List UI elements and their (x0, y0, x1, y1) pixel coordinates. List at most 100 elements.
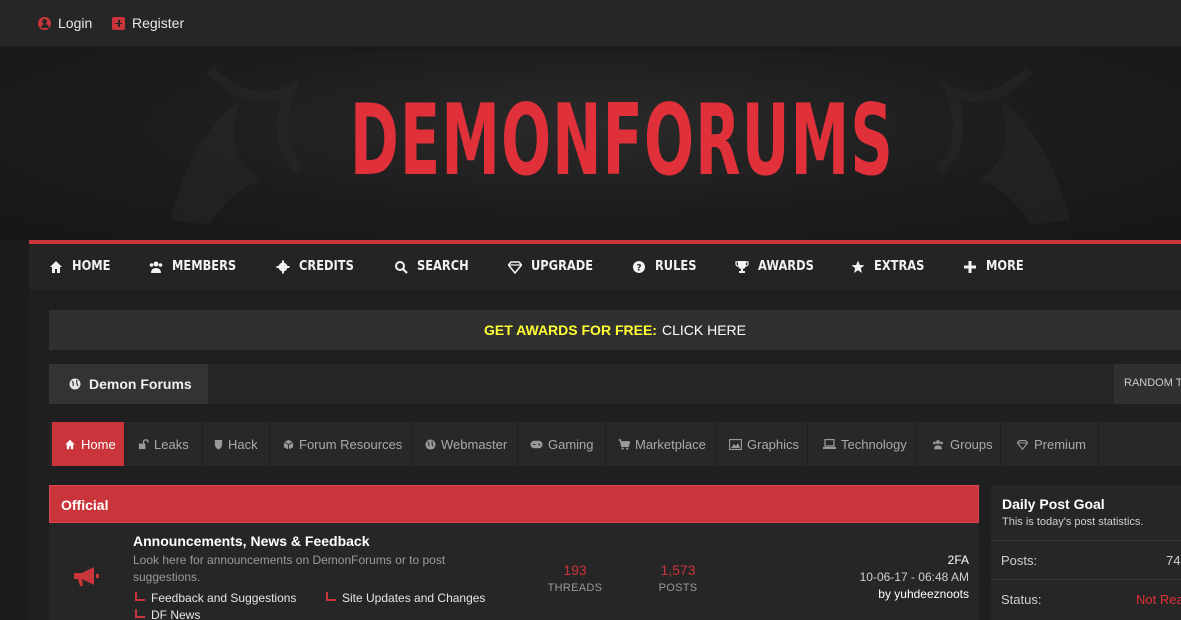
main-nav: HOME MEMBERS CREDITS SEARCH UPGRADE ? RU… (29, 240, 1181, 290)
nav-more-label: MORE (986, 259, 1024, 274)
posts-row-label: Posts: (1001, 553, 1038, 568)
home-icon (50, 260, 62, 273)
last-post-title[interactable]: 2FA (860, 552, 969, 569)
forum-description: Look here for announcements on DemonForu… (133, 553, 446, 584)
random-thread-button[interactable]: RANDOM T (1114, 364, 1181, 404)
tab-groups[interactable]: Groups (917, 422, 1001, 466)
subforum-label: Site Updates and Changes (342, 591, 486, 605)
widget-title: Daily Post Goal (1002, 496, 1105, 512)
category-tabs: Home Leaks Hack Forum Resources Webmaste… (49, 422, 1181, 466)
megaphone-icon (74, 567, 99, 586)
tab-groups-label: Groups (950, 436, 993, 452)
users-icon (149, 261, 163, 273)
nav-search-label: SEARCH (417, 259, 469, 274)
users-icon (933, 439, 943, 449)
widget-subtitle: This is today's post statistics. (1002, 516, 1144, 528)
tab-forum-resources[interactable]: Forum Resources (270, 422, 413, 466)
plus-icon (964, 260, 976, 273)
tab-webmaster-label: Webmaster (441, 436, 508, 452)
unlock-icon (138, 438, 149, 449)
breadcrumb-home[interactable]: Demon Forums (49, 364, 208, 404)
register-link[interactable]: Register (112, 15, 184, 31)
status-row-value: Not Rea (1136, 592, 1181, 607)
subforum-label: DF News (151, 608, 201, 620)
cart-icon (618, 438, 630, 450)
category-official: Official Announcements, News & Feedback … (49, 485, 979, 620)
subforum-arrow-icon (135, 608, 145, 618)
shield-icon (214, 439, 223, 449)
svg-text:?: ? (636, 263, 641, 273)
nav-members[interactable]: MEMBERS (149, 259, 245, 274)
tab-graphics-label: Graphics (747, 436, 800, 452)
promo-bar[interactable]: GET AWARDS FOR FREE: CLICK HERE (49, 310, 1181, 350)
trophy-icon (735, 260, 749, 273)
subforum-link[interactable]: Site Updates and Changes (326, 591, 485, 605)
tab-premium[interactable]: Premium (1001, 422, 1099, 466)
subforum-link[interactable]: DF News (135, 608, 200, 620)
left-gutter (0, 240, 29, 620)
tab-hack-label: Hack (228, 436, 258, 452)
posts-row: Posts: 74 (991, 540, 1181, 579)
nav-credits[interactable]: CREDITS (276, 259, 361, 274)
tab-premium-label: Premium (1034, 436, 1087, 452)
last-post-author[interactable]: by yuhdeeznoots (860, 586, 969, 603)
last-post-date: 10-06-17 - 06:48 AM (859, 570, 969, 584)
nav-extras-label: EXTRAS (874, 259, 925, 274)
tab-gaming[interactable]: Gaming (518, 422, 606, 466)
site-banner: DEMONFORUMS (0, 50, 1181, 240)
tab-home[interactable]: Home (52, 422, 125, 466)
nav-rules[interactable]: ? RULES (632, 259, 702, 274)
globe-icon (425, 438, 436, 450)
star-icon (851, 260, 865, 273)
diamond-icon (1016, 439, 1029, 450)
register-label: Register (132, 15, 185, 31)
tab-technology[interactable]: Technology (808, 422, 917, 466)
tab-leaks-label: Leaks (154, 436, 189, 452)
plus-square-icon (112, 16, 125, 30)
nav-upgrade[interactable]: UPGRADE (508, 259, 602, 274)
nav-extras[interactable]: EXTRAS (851, 259, 931, 274)
login-label: Login (58, 15, 93, 31)
nav-rules-label: RULES (655, 259, 697, 274)
status-row: Status: Not Rea (991, 579, 1181, 618)
search-icon (395, 260, 408, 274)
subforum-link[interactable]: Feedback and Suggestions (135, 591, 296, 605)
nav-members-label: MEMBERS (172, 259, 237, 274)
posts-row-value: 74 (1166, 553, 1181, 568)
tab-webmaster[interactable]: Webmaster (413, 422, 518, 466)
threads-stat: 193 THREADS (535, 562, 615, 594)
category-title[interactable]: Official (49, 485, 979, 523)
gear-icon (276, 260, 290, 273)
nav-home[interactable]: HOME (49, 259, 116, 274)
subforum-arrow-icon (326, 591, 336, 601)
posts-label: POSTS (658, 582, 698, 594)
last-post: 2FA 10-06-17 - 06:48 AM by yuhdeeznoots (860, 552, 969, 603)
nav-awards-label: AWARDS (758, 259, 814, 274)
laptop-icon (823, 439, 836, 449)
breadcrumb: Demon Forums RANDOM T (49, 364, 1181, 404)
nav-search[interactable]: SEARCH (394, 259, 476, 274)
promo-link[interactable]: CLICK HERE (662, 322, 746, 338)
status-row-label: Status: (1001, 592, 1042, 607)
tab-leaks[interactable]: Leaks (125, 422, 203, 466)
tab-graphics[interactable]: Graphics (717, 422, 808, 466)
tab-forum-resources-label: Forum Resources (299, 436, 403, 452)
subforum-arrow-icon (135, 591, 145, 601)
tab-technology-label: Technology (841, 436, 907, 452)
forum-title[interactable]: Announcements, News & Feedback (133, 533, 370, 549)
promo-highlight: GET AWARDS FOR FREE: (484, 322, 657, 338)
nav-credits-label: CREDITS (299, 259, 354, 274)
image-icon (729, 438, 742, 450)
subforum-label: Feedback and Suggestions (151, 591, 297, 605)
nav-more[interactable]: MORE (963, 259, 1029, 274)
threads-label: THREADS (547, 582, 603, 594)
site-logo[interactable]: DEMONFORUMS (350, 92, 894, 190)
login-link[interactable]: Login (38, 15, 92, 31)
tab-marketplace[interactable]: Marketplace (606, 422, 717, 466)
tab-home-label: Home (81, 436, 116, 452)
tab-hack[interactable]: Hack (203, 422, 270, 466)
nav-awards[interactable]: AWARDS (735, 259, 821, 274)
gamepad-icon (530, 440, 543, 448)
nav-home-label: HOME (72, 259, 111, 274)
home-icon (65, 439, 75, 449)
